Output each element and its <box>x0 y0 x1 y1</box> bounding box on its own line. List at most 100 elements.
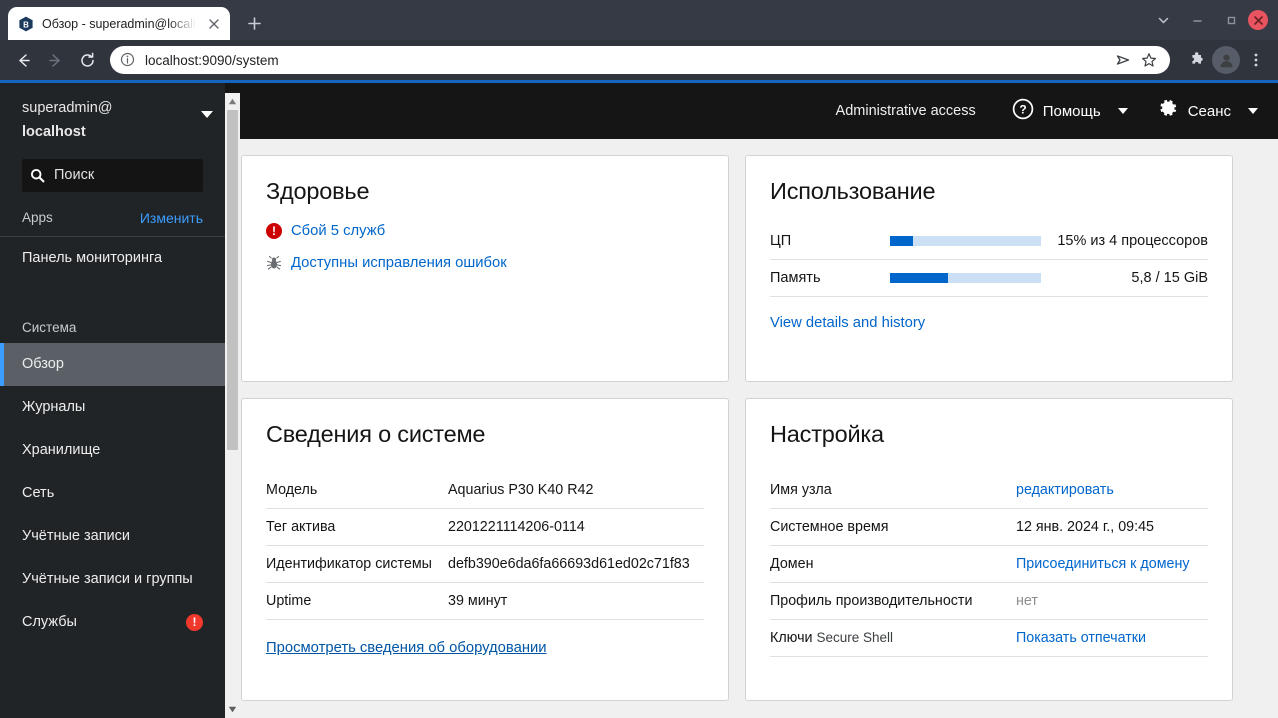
row-value: 2201221114206-0114 <box>448 519 585 535</box>
health-link[interactable]: Сбой 5 служб <box>291 223 385 239</box>
top-header-bar: Administrative access ? Помощь Сеанс <box>225 83 1278 139</box>
health-card: Здоровье ! Сбой 5 служб Доступны исправл… <box>241 155 729 382</box>
usage-card: Использование ЦП 15% из 4 процессоров Па… <box>745 155 1233 382</box>
scroll-up-arrow-icon[interactable] <box>225 93 240 110</box>
help-menu[interactable]: ? Помощь <box>1012 98 1128 125</box>
row-key: Домен <box>770 556 814 572</box>
svg-text:?: ? <box>1019 102 1026 116</box>
main-area: Administrative access ? Помощь Сеанс Здо… <box>225 83 1278 718</box>
view-hardware-details-link[interactable]: Просмотреть сведения об оборудовании <box>266 640 547 656</box>
star-icon[interactable] <box>1138 49 1160 71</box>
sidebar-item-label: Обзор <box>22 355 64 372</box>
bug-icon <box>266 255 282 271</box>
address-bar[interactable]: localhost:9090/system <box>110 46 1170 74</box>
close-icon[interactable] <box>204 14 224 34</box>
row-key: Модель <box>266 482 318 498</box>
show-fingerprints-link[interactable]: Показать отпечатки <box>1016 620 1208 657</box>
gear-icon <box>1156 97 1179 125</box>
apps-edit-link[interactable]: Изменить <box>140 210 203 226</box>
usage-table: ЦП 15% из 4 процессоров Память 5,8 / 15 … <box>770 223 1208 297</box>
browser-window: B Обзор - superadmin@localho localhost:9… <box>0 0 1278 718</box>
system-information-card: Сведения о системе Модель Aquarius P30 K… <box>241 398 729 701</box>
back-arrow-icon[interactable] <box>8 45 38 75</box>
session-menu[interactable]: Сеанс <box>1156 97 1258 125</box>
sidebar-item-set[interactable]: Сеть <box>0 472 225 515</box>
sidebar-item-services[interactable]: Службы ! <box>0 601 225 644</box>
config-title: Настройка <box>770 421 884 447</box>
sidebar-item-label: Сеть <box>22 484 55 501</box>
sidebar-host: localhost <box>22 123 86 140</box>
sidebar-item-zhurnaly[interactable]: Журналы <box>0 386 225 429</box>
view-details-history-link[interactable]: View details and history <box>770 315 925 331</box>
sidebar-nav-list: Панель мониторинга Система Обзор Журналы… <box>0 237 225 718</box>
health-row-failed-services[interactable]: ! Сбой 5 служб <box>266 223 704 239</box>
row-value: Aquarius P30 K40 R42 <box>448 482 594 498</box>
row-value: 39 минут <box>448 593 508 609</box>
browser-tab[interactable]: B Обзор - superadmin@localho <box>8 7 230 40</box>
sidebar-item-obzor[interactable]: Обзор <box>0 342 225 386</box>
sidebar-item-accounts[interactable]: Учётные записи <box>0 515 225 558</box>
maximize-icon[interactable] <box>1214 3 1248 37</box>
table-row: Ключи Secure Shell Показать отпечатки <box>770 620 1208 657</box>
search-input[interactable]: Поиск <box>22 158 203 192</box>
administrative-access-label[interactable]: Administrative access <box>836 103 976 119</box>
config-table: Имя узла редактировать Системное время 1… <box>770 472 1208 657</box>
kebab-menu-icon[interactable] <box>1242 46 1270 74</box>
row-key-sub: Secure Shell <box>816 630 894 645</box>
sidebar-item-label: Хранилище <box>22 441 101 458</box>
scrollbar-thumb[interactable] <box>227 110 238 450</box>
table-row: Модель Aquarius P30 K40 R42 <box>266 472 704 509</box>
memory-progress-fill <box>890 273 948 283</box>
row-key: Тег актива <box>266 519 336 535</box>
sidebar-item-label: Журналы <box>22 398 86 415</box>
sidebar-item-hranilishche[interactable]: Хранилище <box>0 429 225 472</box>
reload-icon[interactable] <box>72 45 102 75</box>
row-key: Uptime <box>266 593 312 609</box>
sidebar-item-dashboard[interactable]: Панель мониторинга <box>0 237 225 280</box>
table-row: Uptime 39 минут <box>266 583 704 620</box>
table-row: Память 5,8 / 15 GiB <box>770 260 1208 297</box>
scroll-down-arrow-icon[interactable] <box>225 701 240 718</box>
chevron-down-icon[interactable] <box>1146 3 1180 37</box>
browser-toolbar: localhost:9090/system <box>0 40 1278 80</box>
sidebar-item-label: Учётные записи и группы <box>22 570 193 587</box>
row-key-main: Ключи <box>770 630 817 646</box>
system-time-value[interactable]: 12 янв. 2024 г., 09:45 <box>1016 509 1208 546</box>
puzzle-piece-icon[interactable] <box>1182 46 1210 74</box>
page-scrollbar[interactable] <box>225 93 240 718</box>
sidebar-item-accounts-groups[interactable]: Учётные записи и группы <box>0 558 225 601</box>
new-tab-button[interactable] <box>240 9 268 37</box>
sidebar: superadmin@ localhost Поиск Apps Изменит… <box>0 83 225 718</box>
close-icon[interactable] <box>1248 10 1268 30</box>
table-row: Тег актива 2201221114206-0114 <box>266 509 704 546</box>
sidebar-apps-header: Apps Изменить <box>0 192 225 237</box>
health-row-bugfixes[interactable]: Доступны исправления ошибок <box>266 255 704 271</box>
usage-title: Использование <box>770 178 936 204</box>
scrollbar-track[interactable] <box>225 110 240 701</box>
sysinfo-table: Модель Aquarius P30 K40 R42 Тег актива 2… <box>266 472 704 620</box>
sidebar-user: superadmin@ <box>22 100 113 116</box>
url-text: localhost:9090/system <box>145 52 279 68</box>
lb-hexagon-favicon: B <box>18 16 34 32</box>
svg-text:B: B <box>23 20 29 29</box>
sidebar-item-label: Панель мониторинга <box>22 249 163 266</box>
join-domain-link[interactable]: Присоединиться к домену <box>1016 546 1208 583</box>
minimize-icon[interactable] <box>1180 3 1214 37</box>
info-circle-icon[interactable] <box>120 52 136 68</box>
forward-arrow-icon[interactable] <box>40 45 70 75</box>
page-title: Здоровье <box>266 178 370 204</box>
usage-label: ЦП <box>770 233 792 249</box>
row-key: Профиль производительности <box>770 593 973 609</box>
send-arrow-icon[interactable] <box>1112 49 1134 71</box>
health-link[interactable]: Доступны исправления ошибок <box>291 255 507 271</box>
table-row: ЦП 15% из 4 процессоров <box>770 223 1208 260</box>
performance-profile-value[interactable]: нет <box>1016 583 1208 620</box>
search-icon <box>30 168 45 183</box>
cockpit-app: superadmin@ localhost Поиск Apps Изменит… <box>0 83 1278 718</box>
configuration-card: Настройка Имя узла редактировать Системн… <box>745 398 1233 701</box>
sidebar-user-switcher[interactable]: superadmin@ localhost <box>0 83 225 157</box>
person-avatar-icon[interactable] <box>1212 46 1240 74</box>
cpu-progress-bar <box>890 236 1042 246</box>
hostname-edit-link[interactable]: редактировать <box>1016 472 1208 509</box>
usage-bar-cell <box>890 260 1057 297</box>
